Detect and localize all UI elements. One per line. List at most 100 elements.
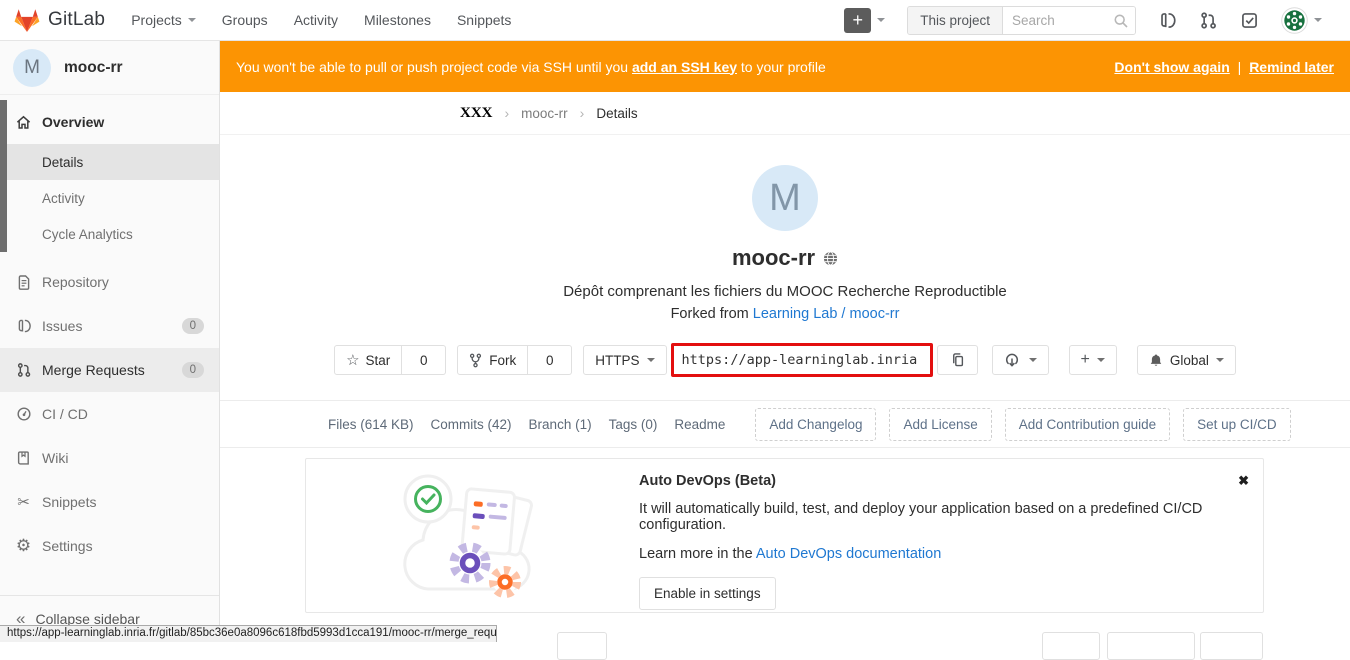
auto-devops-body: It will automatically build, test, and d… [639, 501, 1263, 533]
star-button[interactable]: ☆Star [334, 345, 402, 375]
clone-url-input[interactable] [671, 343, 933, 377]
breadcrumb-separator: › [580, 105, 585, 121]
user-avatar [1281, 7, 1308, 34]
visibility-public-icon [823, 251, 838, 266]
navbar-right: + This project [844, 6, 1322, 35]
fork-icon [469, 353, 482, 368]
merge-request-icon[interactable] [1199, 11, 1218, 30]
cut-off-button[interactable] [1200, 632, 1263, 660]
copy-url-button[interactable] [937, 345, 978, 375]
sidebar-item-cycle-analytics[interactable]: Cycle Analytics [0, 216, 219, 252]
gitlab-logotype[interactable]: GitLab [48, 9, 105, 31]
search-icon [1113, 13, 1129, 29]
gitlab-logo-icon[interactable] [14, 8, 40, 33]
sidebar-project-header[interactable]: M mooc-rr [0, 41, 219, 95]
ssh-warning-text: You won't be able to pull or push projec… [236, 59, 826, 75]
breadcrumb-project[interactable]: mooc-rr [521, 106, 568, 121]
auto-devops-doc-link[interactable]: Auto DevOps documentation [756, 546, 941, 562]
dont-show-again-link[interactable]: Don't show again [1114, 59, 1229, 75]
download-dropdown[interactable] [992, 345, 1049, 375]
setup-cicd-button[interactable]: Set up CI/CD [1183, 408, 1291, 441]
sidebar-gap [0, 252, 219, 260]
sidebar-item-ci-cd[interactable]: CI / CD [0, 392, 219, 436]
chevron-down-icon [188, 18, 196, 22]
remind-later-link[interactable]: Remind later [1249, 59, 1334, 75]
project-sidebar: M mooc-rr Overview Details Activity Cycl… [0, 41, 220, 642]
cut-off-button[interactable] [1107, 632, 1195, 660]
nav-projects[interactable]: Projects [131, 12, 196, 28]
nav-groups[interactable]: Groups [222, 12, 268, 28]
user-menu[interactable] [1281, 7, 1322, 34]
stat-tags[interactable]: Tags (0) [609, 417, 658, 432]
project-stats-row: Files (614 KB) Commits (42) Branch (1) T… [220, 401, 1350, 448]
stat-commits[interactable]: Commits (42) [431, 417, 512, 432]
sidebar-item-activity[interactable]: Activity [0, 180, 219, 216]
nav-milestones[interactable]: Milestones [364, 12, 431, 28]
project-actions-row: ☆Star 0 Fork 0 HTTPS [220, 342, 1350, 378]
chevron-down-icon [1216, 358, 1224, 362]
project-avatar-large: M [752, 165, 818, 231]
cut-off-button[interactable] [557, 632, 607, 660]
star-group: ☆Star 0 [334, 345, 446, 375]
plus-icon: + [844, 8, 871, 33]
breadcrumb-namespace[interactable]: XXX [460, 105, 493, 122]
home-icon [15, 114, 32, 131]
plus-icon: + [1081, 351, 1090, 369]
scissors-icon: ✂ [15, 493, 32, 511]
chevron-down-icon [1029, 358, 1037, 362]
search-scope-label: This project [908, 7, 1003, 34]
add-license-button[interactable]: Add License [889, 408, 991, 441]
protocol-dropdown[interactable]: HTTPS [583, 345, 666, 375]
sidebar-item-snippets[interactable]: ✂ Snippets [0, 480, 219, 524]
auto-devops-title: Auto DevOps (Beta) [639, 473, 1263, 489]
stat-files[interactable]: Files (614 KB) [328, 417, 414, 432]
chevron-down-icon [1314, 18, 1322, 22]
auto-devops-illustration-icon [394, 465, 544, 607]
new-dropdown-button[interactable]: + [844, 8, 885, 33]
auto-devops-banner: Auto DevOps (Beta) It will automatically… [305, 458, 1264, 613]
search-group: This project [907, 6, 1136, 35]
stat-readme[interactable]: Readme [674, 417, 725, 432]
gauge-icon [15, 406, 32, 422]
sidebar-item-settings[interactable]: ⚙ Settings [0, 524, 219, 568]
navbar-left: GitLab Projects Groups Activity Mileston… [14, 8, 537, 33]
chevron-down-icon [1097, 358, 1105, 362]
sidebar-item-issues[interactable]: Issues 0 [0, 304, 219, 348]
forked-from-link[interactable]: Learning Lab / mooc-rr [753, 306, 900, 322]
enable-in-settings-button[interactable]: Enable in settings [639, 577, 776, 610]
auto-devops-learn-line: Learn more in the Auto DevOps documentat… [639, 546, 1263, 562]
breadcrumb-separator: › [505, 105, 510, 121]
chevron-down-icon [647, 358, 655, 362]
top-navbar: GitLab Projects Groups Activity Mileston… [0, 0, 1350, 41]
add-dropdown[interactable]: + [1069, 345, 1117, 375]
add-contribution-guide-button[interactable]: Add Contribution guide [1005, 408, 1170, 441]
sidebar-item-overview[interactable]: Overview [0, 100, 219, 144]
sidebar-item-merge-requests[interactable]: Merge Requests 0 [0, 348, 219, 392]
merge-requests-count-badge: 0 [182, 362, 204, 378]
fork-group: Fork 0 [457, 345, 572, 375]
download-icon [1004, 352, 1020, 368]
auto-devops-content: Auto DevOps (Beta) It will automatically… [639, 473, 1263, 612]
merge-request-icon [15, 362, 32, 378]
cut-off-button[interactable] [1042, 632, 1100, 660]
gear-icon: ⚙ [15, 536, 32, 556]
nav-activity[interactable]: Activity [294, 12, 338, 28]
todos-icon[interactable] [1240, 11, 1259, 30]
sidebar-item-repository[interactable]: Repository [0, 260, 219, 304]
issues-icon[interactable] [1158, 11, 1177, 30]
close-icon[interactable]: ✖ [1238, 473, 1249, 489]
nav-snippets[interactable]: Snippets [457, 12, 511, 28]
sidebar-item-details[interactable]: Details [0, 144, 219, 180]
add-changelog-button[interactable]: Add Changelog [755, 408, 876, 441]
banner-actions: Don't show again | Remind later [1114, 59, 1334, 75]
bell-icon [1149, 353, 1163, 368]
notification-dropdown[interactable]: Global [1137, 345, 1236, 375]
fork-count[interactable]: 0 [528, 345, 572, 375]
sidebar-item-wiki[interactable]: Wiki [0, 436, 219, 480]
star-icon: ☆ [346, 351, 359, 369]
stat-branch[interactable]: Branch (1) [529, 417, 592, 432]
star-count[interactable]: 0 [402, 345, 446, 375]
book-icon [15, 450, 32, 466]
add-ssh-key-link[interactable]: add an SSH key [632, 59, 737, 75]
fork-button[interactable]: Fork [457, 345, 528, 375]
